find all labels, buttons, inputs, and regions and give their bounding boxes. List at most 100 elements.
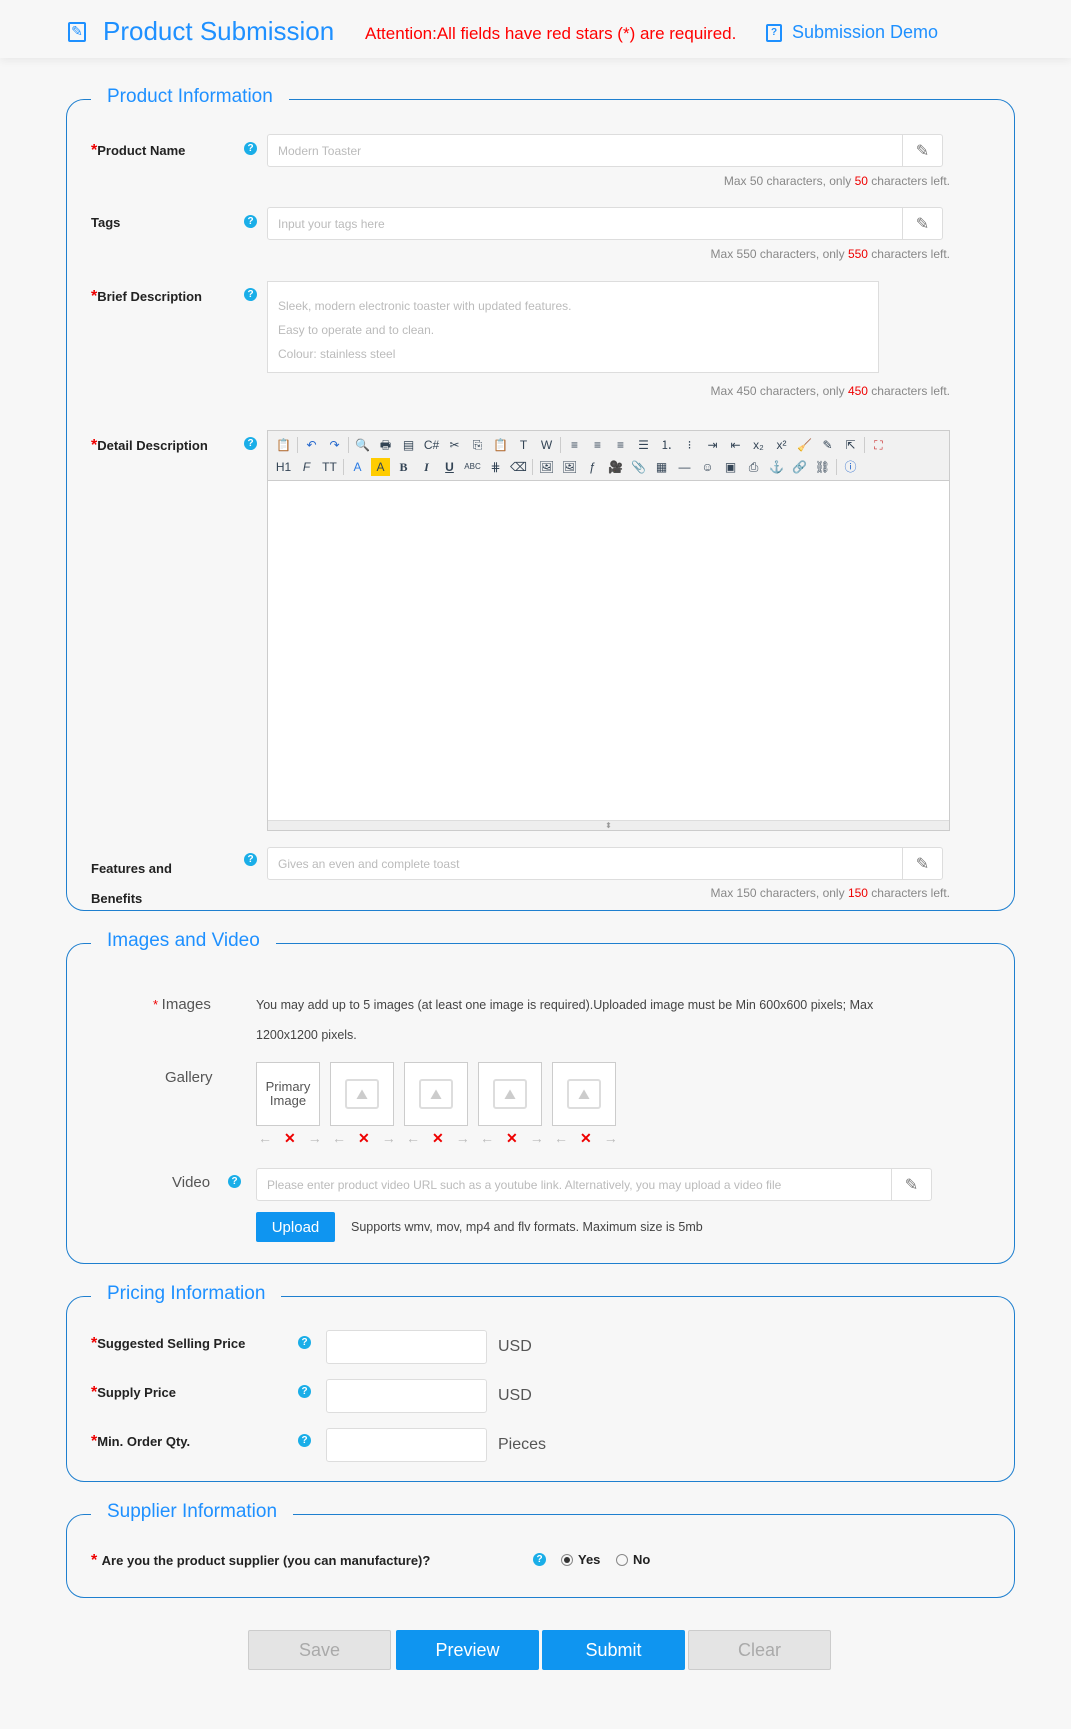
- flash-icon[interactable]: ƒ: [583, 458, 602, 476]
- italic-icon[interactable]: I: [417, 458, 436, 476]
- help-icon[interactable]: ?: [244, 142, 257, 155]
- image-icon[interactable]: 🖼: [537, 458, 556, 476]
- fullscreen-icon[interactable]: ⛶: [869, 436, 888, 454]
- upload-button[interactable]: Upload: [256, 1212, 335, 1242]
- radio-no[interactable]: No: [616, 1552, 650, 1567]
- video-icon[interactable]: 🎥: [606, 458, 625, 476]
- save-button[interactable]: Save: [248, 1630, 391, 1670]
- image-slot[interactable]: ⛰: [404, 1062, 468, 1126]
- align-right-icon[interactable]: ≡: [611, 436, 630, 454]
- justify-icon[interactable]: ☰: [634, 436, 653, 454]
- help-icon[interactable]: ?: [244, 853, 257, 866]
- ordered-list-icon[interactable]: ⒈: [657, 436, 676, 454]
- arrow-right-icon[interactable]: →: [382, 1130, 396, 1147]
- tags-input[interactable]: Input your tags here ✎: [267, 207, 943, 240]
- font-family-icon[interactable]: F: [297, 458, 316, 476]
- help-icon[interactable]: ?: [244, 288, 257, 301]
- link-icon[interactable]: 🔗: [790, 458, 809, 476]
- bold-icon[interactable]: B: [394, 458, 413, 476]
- clear-format-icon[interactable]: 🧹: [795, 436, 814, 454]
- table-icon[interactable]: ▦: [652, 458, 671, 476]
- features-input[interactable]: Gives an even and complete toast ✎: [267, 847, 943, 880]
- highlight-icon[interactable]: A: [371, 458, 390, 476]
- unlink-icon[interactable]: ⛓: [813, 458, 832, 476]
- product-name-input[interactable]: Modern Toaster ✎: [267, 134, 943, 167]
- delete-icon[interactable]: ✕: [284, 1130, 296, 1147]
- align-center-icon[interactable]: ≡: [588, 436, 607, 454]
- hr-icon[interactable]: —: [675, 458, 694, 476]
- delete-icon[interactable]: ✕: [432, 1130, 444, 1147]
- paste-icon[interactable]: 📋: [274, 436, 293, 454]
- arrow-left-icon[interactable]: ←: [554, 1130, 568, 1147]
- arrow-left-icon[interactable]: ←: [480, 1130, 494, 1147]
- eraser-icon[interactable]: ⌫: [509, 458, 528, 476]
- anchor-icon[interactable]: ⚓: [767, 458, 786, 476]
- strikethrough-icon[interactable]: ABC: [463, 458, 482, 476]
- code-icon[interactable]: C#: [422, 436, 441, 454]
- indent-icon[interactable]: ⇥: [703, 436, 722, 454]
- rich-text-editor[interactable]: 📋 ↶ ↷ 🔍 🖶 ▤ C# ✂ ⎘ 📋 T W ≡ ≡ ≡ ☰ ⒈ ⁝ ⇥ ⇤ x₂ x² 🧹 ✎ ⇱ ⛶ H1 F TT A…: [267, 430, 950, 831]
- delete-icon[interactable]: ✕: [580, 1130, 592, 1147]
- cut-icon[interactable]: ✂: [445, 436, 464, 454]
- image-slot[interactable]: ⛰: [478, 1062, 542, 1126]
- primary-image-slot[interactable]: Primary Image: [256, 1062, 320, 1126]
- bullet-list-icon[interactable]: ⁝: [680, 436, 699, 454]
- arrow-left-icon[interactable]: ←: [258, 1130, 272, 1147]
- help-icon[interactable]: ?: [298, 1336, 311, 1349]
- redo-icon[interactable]: ↷: [325, 436, 344, 454]
- arrow-left-icon[interactable]: ←: [332, 1130, 346, 1147]
- help-icon[interactable]: ?: [533, 1553, 546, 1566]
- submission-demo-link[interactable]: ? Submission Demo: [766, 22, 938, 43]
- copy-icon[interactable]: ⎘: [468, 436, 487, 454]
- video-url-input[interactable]: Please enter product video URL such as a…: [256, 1168, 932, 1201]
- multi-image-icon[interactable]: 🖼: [560, 458, 579, 476]
- print-icon[interactable]: 🖶: [376, 436, 395, 454]
- about-icon[interactable]: ⓘ: [841, 458, 860, 476]
- pencil-icon[interactable]: ✎: [891, 1169, 931, 1200]
- template-icon[interactable]: ▤: [399, 436, 418, 454]
- align-left-icon[interactable]: ≡: [565, 436, 584, 454]
- line-height-icon[interactable]: ⋕: [486, 458, 505, 476]
- paste-text-icon[interactable]: T: [514, 436, 533, 454]
- pencil-icon[interactable]: ✎: [902, 135, 942, 166]
- preview-icon[interactable]: 🔍: [353, 436, 372, 454]
- paste-icon[interactable]: 📋: [491, 436, 510, 454]
- arrow-right-icon[interactable]: →: [604, 1130, 618, 1147]
- font-size-icon[interactable]: TT: [320, 458, 339, 476]
- delete-icon[interactable]: ✕: [358, 1130, 370, 1147]
- pagebreak-icon[interactable]: ⎙: [744, 458, 763, 476]
- emoticon-icon[interactable]: ☺: [698, 458, 717, 476]
- clear-button[interactable]: Clear: [688, 1630, 831, 1670]
- radio-yes[interactable]: Yes: [561, 1552, 600, 1567]
- help-icon[interactable]: ?: [298, 1434, 311, 1447]
- superscript-icon[interactable]: x²: [772, 436, 791, 454]
- font-color-icon[interactable]: A: [348, 458, 367, 476]
- select-all-icon[interactable]: ✎: [818, 436, 837, 454]
- supply-price-input[interactable]: [326, 1379, 487, 1413]
- image-slot[interactable]: ⛰: [330, 1062, 394, 1126]
- undo-icon[interactable]: ↶: [302, 436, 321, 454]
- underline-icon[interactable]: U: [440, 458, 459, 476]
- arrow-right-icon[interactable]: →: [308, 1130, 322, 1147]
- pencil-icon[interactable]: ✎: [902, 208, 942, 239]
- editor-resize-handle[interactable]: ⬍: [268, 820, 949, 830]
- arrow-right-icon[interactable]: →: [530, 1130, 544, 1147]
- moq-input[interactable]: [326, 1428, 487, 1462]
- delete-icon[interactable]: ✕: [506, 1130, 518, 1147]
- help-icon[interactable]: ?: [298, 1385, 311, 1398]
- pencil-icon[interactable]: ✎: [902, 848, 942, 879]
- help-icon[interactable]: ?: [244, 215, 257, 228]
- subscript-icon[interactable]: x₂: [749, 436, 768, 454]
- brief-description-textarea[interactable]: Sleek, modern electronic toaster with up…: [267, 281, 879, 373]
- arrow-right-icon[interactable]: →: [456, 1130, 470, 1147]
- submit-button[interactable]: Submit: [542, 1630, 685, 1670]
- heading-icon[interactable]: H1: [274, 458, 293, 476]
- paste-word-icon[interactable]: W: [537, 436, 556, 454]
- arrow-left-icon[interactable]: ←: [406, 1130, 420, 1147]
- help-icon[interactable]: ?: [244, 437, 257, 450]
- preview-button[interactable]: Preview: [396, 1630, 539, 1670]
- image-slot[interactable]: ⛰: [552, 1062, 616, 1126]
- ssp-input[interactable]: [326, 1330, 487, 1364]
- map-icon[interactable]: ▣: [721, 458, 740, 476]
- outdent-icon[interactable]: ⇤: [726, 436, 745, 454]
